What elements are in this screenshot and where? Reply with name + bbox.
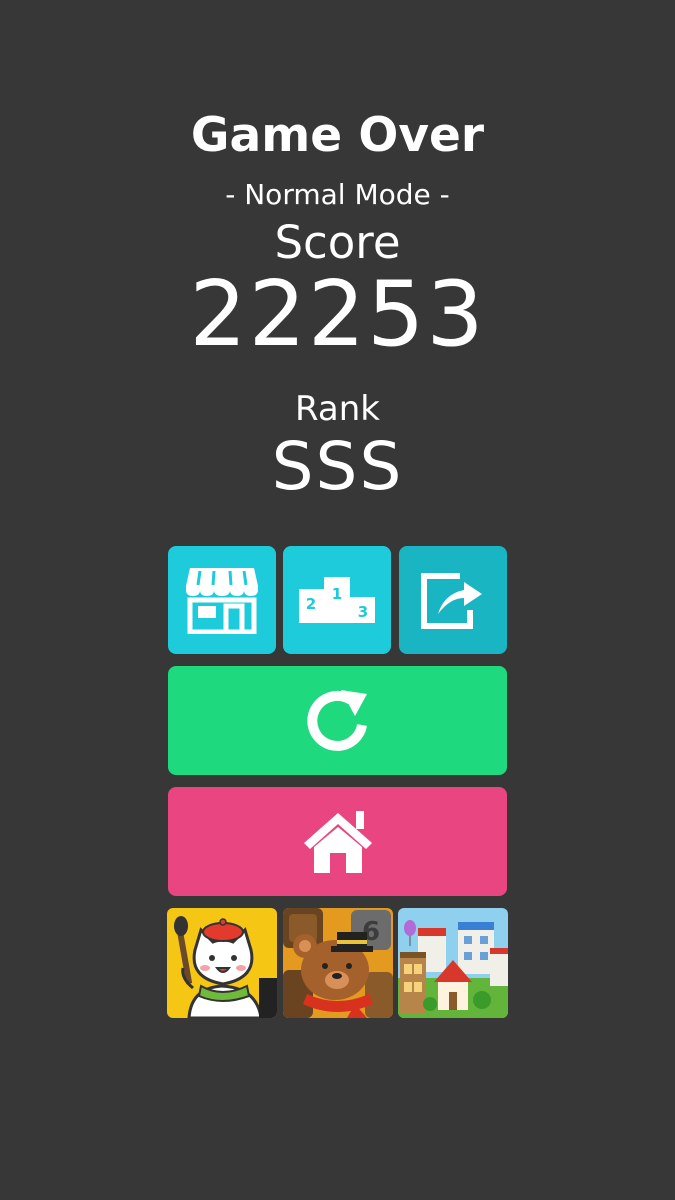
score-value: 22253 bbox=[189, 262, 486, 367]
promo-tile-cat-game[interactable] bbox=[167, 908, 277, 1018]
share-icon bbox=[421, 573, 482, 629]
podium-second-number: 2 bbox=[306, 595, 316, 613]
store-icon bbox=[186, 568, 258, 634]
shop-button[interactable] bbox=[168, 546, 276, 654]
home-button[interactable] bbox=[168, 787, 507, 896]
ranking-button[interactable]: 1 2 3 bbox=[283, 546, 391, 654]
game-over-screen: Game Over - Normal Mode - Score 22253 Ra… bbox=[0, 0, 675, 1200]
podium-icon: 1 2 3 bbox=[299, 577, 375, 623]
game-over-title: Game Over bbox=[190, 108, 485, 163]
bear-chocolate-game-icon: 6 bbox=[283, 908, 393, 1018]
cat-painter-game-icon bbox=[167, 908, 277, 1018]
promo-tile-bear-game[interactable]: 6 bbox=[283, 908, 393, 1018]
game-mode-label: - Normal Mode - bbox=[225, 178, 450, 211]
podium-first-number: 1 bbox=[332, 585, 342, 603]
rank-label: Rank bbox=[295, 389, 380, 429]
home-icon bbox=[303, 810, 372, 873]
retry-icon bbox=[306, 689, 367, 751]
share-button[interactable] bbox=[399, 546, 507, 654]
retry-button[interactable] bbox=[168, 666, 507, 775]
score-label: Score bbox=[274, 216, 401, 269]
podium-third-number: 3 bbox=[358, 603, 368, 621]
promo-tile-town-game[interactable] bbox=[398, 908, 508, 1018]
town-builder-game-icon bbox=[398, 908, 508, 1018]
rank-value: SSS bbox=[271, 428, 404, 505]
